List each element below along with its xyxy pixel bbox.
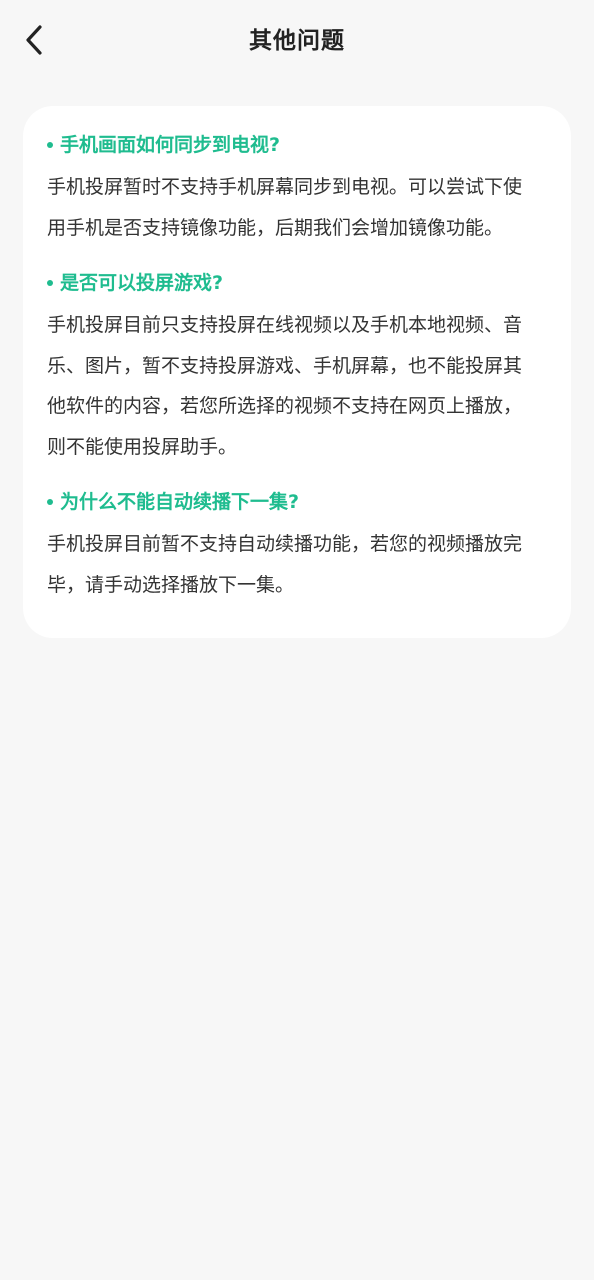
faq-question: 手机画面如何同步到电视? xyxy=(47,126,545,164)
bullet-dot-icon xyxy=(47,280,53,286)
bullet-dot-icon xyxy=(47,142,53,148)
faq-answer-line: 手机投屏目前暂不支持自动续播功能，若您的视频播放完 xyxy=(47,533,523,555)
faq-item: 是否可以投屏游戏? 手机投屏目前只支持投屏在线视频以及手机本地视频、音 乐、图片… xyxy=(47,264,545,467)
faq-answer-line: 毕，请手动选择播放下一集。 xyxy=(47,573,295,596)
page-title: 其他问题 xyxy=(249,28,345,54)
faq-answer: 手机投屏暂时不支持手机屏幕同步到电视。可以尝试下使 用手机是否支持镜像功能，后期… xyxy=(47,167,545,248)
faq-answer-line: 手机投屏目前只支持投屏在线视频以及手机本地视频、音 xyxy=(47,314,523,336)
faq-card: 手机画面如何同步到电视? 手机投屏暂时不支持手机屏幕同步到电视。可以尝试下使 用… xyxy=(23,106,571,638)
faq-question-text: 为什么不能自动续播下一集? xyxy=(60,491,300,513)
top-bar: 其他问题 xyxy=(0,0,594,84)
faq-answer: 手机投屏目前暂不支持自动续播功能，若您的视频播放完 毕，请手动选择播放下一集。 xyxy=(47,524,545,605)
faq-question: 是否可以投屏游戏? xyxy=(47,264,545,302)
faq-item: 手机画面如何同步到电视? 手机投屏暂时不支持手机屏幕同步到电视。可以尝试下使 用… xyxy=(47,126,545,248)
faq-item: 为什么不能自动续播下一集? 手机投屏目前暂不支持自动续播功能，若您的视频播放完 … xyxy=(47,483,545,605)
faq-answer-line: 用手机是否支持镜像功能，后期我们会增加镜像功能。 xyxy=(47,216,504,239)
faq-answer-line: 乐、图片，暂不支持投屏游戏、手机屏幕，也不能投屏其 xyxy=(47,354,523,377)
faq-answer-line: 他软件的内容，若您所选择的视频不支持在网页上播放， xyxy=(47,395,523,417)
faq-question-text: 手机画面如何同步到电视? xyxy=(60,134,281,156)
faq-answer-line: 则不能使用投屏助手。 xyxy=(47,435,238,458)
bullet-dot-icon xyxy=(47,499,53,505)
faq-question-text: 是否可以投屏游戏? xyxy=(60,272,224,294)
faq-question: 为什么不能自动续播下一集? xyxy=(47,483,545,521)
faq-answer: 手机投屏目前只支持投屏在线视频以及手机本地视频、音 乐、图片，暂不支持投屏游戏、… xyxy=(47,305,545,467)
faq-answer-line: 手机投屏暂时不支持手机屏幕同步到电视。可以尝试下使 xyxy=(47,176,523,198)
